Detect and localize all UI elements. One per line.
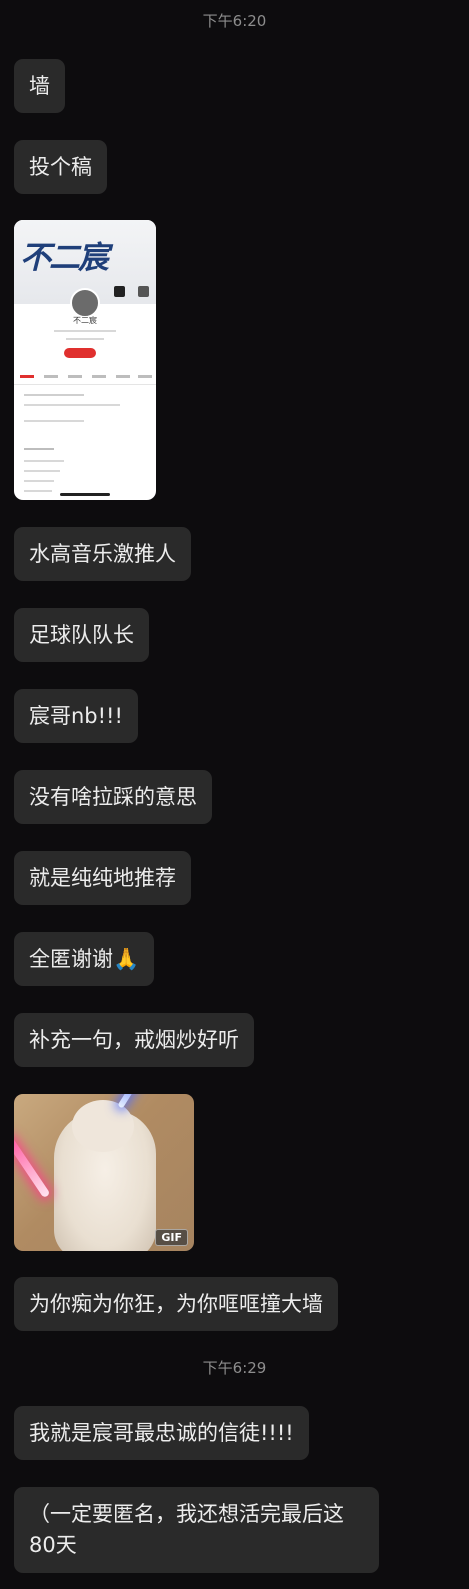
message-bubble[interactable]: 为你痴为你狂，为你哐哐撞大墙 [14, 1277, 338, 1331]
blue-lightsaber [117, 1094, 144, 1109]
screenshot-logo: 不二宸 [20, 240, 109, 276]
timestamp: 下午6:29 [202, 1359, 267, 1377]
screenshot-tab [20, 375, 34, 378]
screenshot-home-indicator [60, 493, 110, 496]
gif-badge: GIF [155, 1229, 188, 1246]
chat-view: 下午6:20 墙 投个稿 不二宸 不二宸 水高音乐激推人 足球队队长 宸哥nb!… [0, 0, 469, 1589]
screenshot-name: 不二宸 [73, 316, 97, 325]
message-bubble[interactable]: 就是纯纯地推荐 [14, 851, 191, 905]
screenshot-mini-icon [114, 286, 125, 297]
screenshot-line [24, 460, 64, 462]
message-bubble[interactable]: 足球队队长 [14, 608, 149, 662]
screenshot-line [66, 338, 104, 340]
message-bubble[interactable]: 投个稿 [14, 140, 107, 194]
message-bubble[interactable]: 墙 [14, 59, 65, 113]
screenshot-follow-button [64, 348, 96, 358]
message-bubble[interactable]: （一定要匿名，我还想活完最后这80天 [14, 1487, 379, 1573]
screenshot-line [24, 404, 120, 406]
message-bubble[interactable]: 水高音乐激推人 [14, 527, 191, 581]
message-bubble[interactable]: 我就是宸哥最忠诚的信徒!!!! [14, 1406, 309, 1460]
message-bubble[interactable]: 没有啥拉踩的意思 [14, 770, 212, 824]
profile-screenshot-image: 不二宸 不二宸 [14, 220, 156, 500]
screenshot-tab [138, 375, 152, 378]
screenshot-line [24, 394, 84, 396]
screenshot-tab [92, 375, 106, 378]
timestamp: 下午6:20 [202, 12, 267, 30]
screenshot-tab [44, 375, 58, 378]
screenshot-line [24, 470, 60, 472]
screenshot-line [24, 490, 52, 492]
screenshot-tab [116, 375, 130, 378]
screenshot-line [54, 330, 116, 332]
message-bubble[interactable]: 宸哥nb!!! [14, 689, 138, 743]
screenshot-tab [68, 375, 82, 378]
screenshot-mini-icon [138, 286, 149, 297]
screenshot-line [24, 420, 84, 422]
cat-head [72, 1100, 134, 1152]
cat-lightsaber-gif: GIF [14, 1094, 194, 1251]
message-bubble[interactable]: 补充一句，戒烟炒好听 [14, 1013, 254, 1067]
screenshot-tabs [14, 372, 156, 385]
gif-message[interactable]: GIF [14, 1094, 194, 1251]
red-lightsaber [14, 1135, 51, 1199]
message-bubble[interactable]: 全匿谢谢🙏 [14, 932, 155, 986]
screenshot-line [24, 480, 54, 482]
screenshot-avatar [70, 288, 100, 318]
screenshot-line [24, 448, 54, 450]
image-message[interactable]: 不二宸 不二宸 [14, 220, 156, 500]
